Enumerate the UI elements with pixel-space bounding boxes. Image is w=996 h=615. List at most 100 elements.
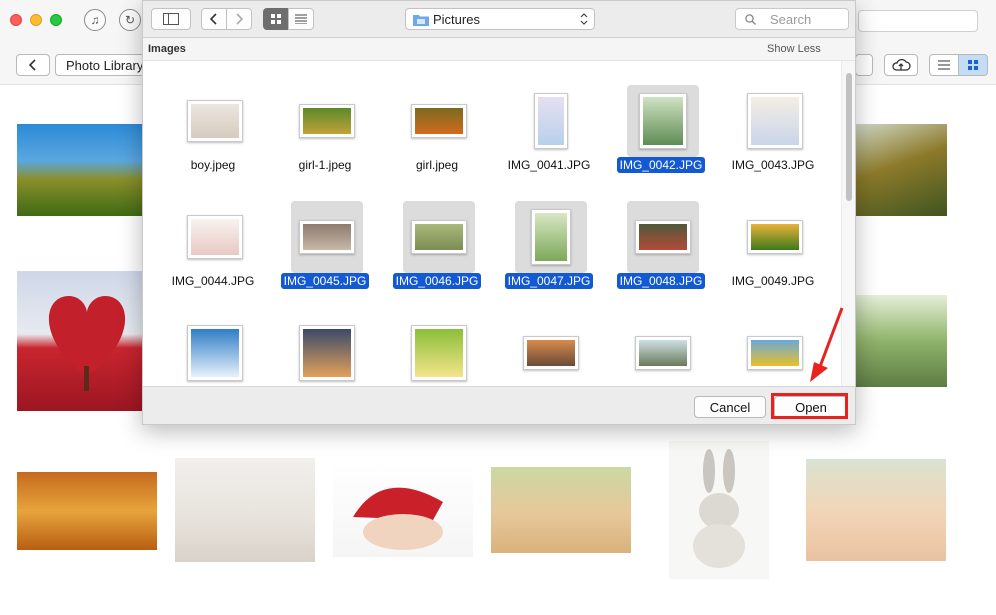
cancel-button[interactable]: Cancel bbox=[694, 396, 766, 418]
file-thumbnail[interactable] bbox=[534, 93, 568, 149]
icon-view-button[interactable] bbox=[263, 8, 289, 30]
heart-tree-image bbox=[48, 296, 126, 391]
file-name-text: IMG_0048.JPG bbox=[616, 273, 706, 289]
photo-thumbnail[interactable] bbox=[669, 441, 769, 579]
chevron-left-icon bbox=[210, 13, 217, 25]
file-item[interactable] bbox=[493, 293, 605, 386]
photo-thumbnail[interactable] bbox=[806, 459, 946, 561]
file-name-text: IMG_0046.JPG bbox=[392, 273, 482, 289]
file-name-label: boy.jpeg bbox=[157, 158, 269, 172]
app-search-field[interactable] bbox=[858, 10, 978, 32]
grid-view-icon bbox=[271, 14, 281, 24]
photo-thumbnail[interactable] bbox=[175, 458, 315, 562]
section-title: Images bbox=[148, 43, 186, 55]
file-thumbnail[interactable] bbox=[747, 336, 803, 370]
file-item[interactable] bbox=[157, 293, 269, 386]
rabbit-image bbox=[693, 449, 745, 568]
grid-view-button[interactable] bbox=[958, 54, 988, 76]
file-grid: boy.jpeg girl-1.jpeg girl.jpeg IMG_0041.JPG… bbox=[143, 61, 841, 386]
file-name-text: IMG_0042.JPG bbox=[616, 157, 706, 173]
chevron-right-icon bbox=[236, 13, 243, 25]
file-item[interactable]: IMG_0041.JPG bbox=[493, 61, 605, 177]
file-item[interactable]: IMG_0047.JPG bbox=[493, 177, 605, 293]
sidebar-toggle-button[interactable] bbox=[151, 8, 191, 30]
file-thumbnail[interactable] bbox=[411, 325, 467, 381]
file-thumbnail[interactable] bbox=[299, 104, 355, 138]
file-thumbnail[interactable] bbox=[639, 93, 687, 149]
cloud-upload-icon bbox=[892, 58, 911, 71]
photo-thumbnail[interactable] bbox=[17, 271, 157, 411]
file-thumbnail-frame[interactable] bbox=[627, 201, 699, 273]
list-view-button[interactable] bbox=[288, 8, 314, 30]
upload-cloud-button[interactable] bbox=[884, 54, 918, 76]
file-thumbnail[interactable] bbox=[187, 215, 243, 259]
dialog-search-field[interactable]: Search bbox=[735, 8, 849, 30]
file-thumbnail[interactable] bbox=[531, 209, 571, 265]
file-item[interactable] bbox=[269, 293, 381, 386]
file-thumbnail-frame[interactable] bbox=[179, 201, 251, 273]
file-thumbnail[interactable] bbox=[635, 220, 691, 254]
file-item[interactable]: boy.jpeg bbox=[157, 61, 269, 177]
photo-thumbnail[interactable] bbox=[17, 472, 157, 550]
file-thumbnail[interactable] bbox=[299, 325, 355, 381]
export-button[interactable] bbox=[855, 54, 873, 76]
file-item[interactable] bbox=[605, 293, 717, 386]
file-thumbnail-frame[interactable] bbox=[403, 201, 475, 273]
file-thumbnail-frame[interactable] bbox=[179, 317, 251, 386]
file-thumbnail-frame[interactable] bbox=[515, 317, 587, 386]
file-name-text: IMG_0047.JPG bbox=[504, 273, 594, 289]
file-item[interactable]: IMG_0049.JPG bbox=[717, 177, 829, 293]
file-thumbnail-frame[interactable] bbox=[291, 201, 363, 273]
file-thumbnail-frame[interactable] bbox=[739, 201, 811, 273]
file-item[interactable]: IMG_0048.JPG bbox=[605, 177, 717, 293]
music-note-icon[interactable]: ♫ bbox=[84, 9, 106, 31]
file-item[interactable]: IMG_0044.JPG bbox=[157, 177, 269, 293]
file-name-text: IMG_0049.JPG bbox=[731, 274, 815, 288]
file-thumbnail[interactable] bbox=[747, 93, 803, 149]
file-thumbnail-frame[interactable] bbox=[627, 317, 699, 386]
file-thumbnail[interactable] bbox=[411, 220, 467, 254]
list-view-icon bbox=[938, 60, 950, 70]
back-button[interactable] bbox=[16, 54, 50, 76]
file-item[interactable]: IMG_0043.JPG bbox=[717, 61, 829, 177]
file-item[interactable]: IMG_0045.JPG bbox=[269, 177, 381, 293]
nav-back-button[interactable] bbox=[201, 8, 227, 30]
refresh-icon[interactable]: ↻ bbox=[119, 9, 141, 31]
file-item[interactable]: girl.jpeg bbox=[381, 61, 493, 177]
location-popup[interactable]: Pictures bbox=[405, 8, 595, 30]
file-thumbnail[interactable] bbox=[747, 220, 803, 254]
nav-forward-button[interactable] bbox=[226, 8, 252, 30]
photo-thumbnail[interactable] bbox=[17, 124, 157, 216]
file-thumbnail[interactable] bbox=[523, 336, 579, 370]
file-item[interactable] bbox=[381, 293, 493, 386]
file-thumbnail[interactable] bbox=[187, 100, 243, 142]
file-thumbnail-frame[interactable] bbox=[515, 85, 587, 157]
file-name-text: girl.jpeg bbox=[415, 158, 459, 172]
breadcrumb[interactable]: Photo Library bbox=[55, 54, 155, 76]
file-thumbnail-frame[interactable] bbox=[403, 317, 475, 386]
file-thumbnail-frame[interactable] bbox=[179, 85, 251, 157]
photo-thumbnail[interactable] bbox=[853, 124, 947, 216]
file-thumbnail-frame[interactable] bbox=[627, 85, 699, 157]
show-less-toggle[interactable]: Show Less bbox=[767, 43, 821, 55]
close-window-button[interactable] bbox=[10, 14, 22, 26]
scrollbar-thumb[interactable] bbox=[846, 73, 852, 201]
file-thumbnail[interactable] bbox=[187, 325, 243, 381]
file-thumbnail[interactable] bbox=[299, 220, 355, 254]
photo-thumbnail[interactable] bbox=[853, 295, 947, 387]
file-thumbnail-frame[interactable] bbox=[291, 317, 363, 386]
photo-thumbnail[interactable] bbox=[491, 467, 631, 553]
file-item[interactable]: IMG_0042.JPG bbox=[605, 61, 717, 177]
file-item[interactable]: IMG_0046.JPG bbox=[381, 177, 493, 293]
file-thumbnail-frame[interactable] bbox=[515, 201, 587, 273]
zoom-window-button[interactable] bbox=[50, 14, 62, 26]
file-thumbnail-frame[interactable] bbox=[403, 85, 475, 157]
file-thumbnail-frame[interactable] bbox=[291, 85, 363, 157]
file-thumbnail[interactable] bbox=[635, 336, 691, 370]
file-thumbnail-frame[interactable] bbox=[739, 85, 811, 157]
file-thumbnail[interactable] bbox=[411, 104, 467, 138]
minimize-window-button[interactable] bbox=[30, 14, 42, 26]
photo-thumbnail[interactable] bbox=[333, 462, 473, 557]
list-view-button[interactable] bbox=[929, 54, 959, 76]
file-item[interactable]: girl-1.jpeg bbox=[269, 61, 381, 177]
